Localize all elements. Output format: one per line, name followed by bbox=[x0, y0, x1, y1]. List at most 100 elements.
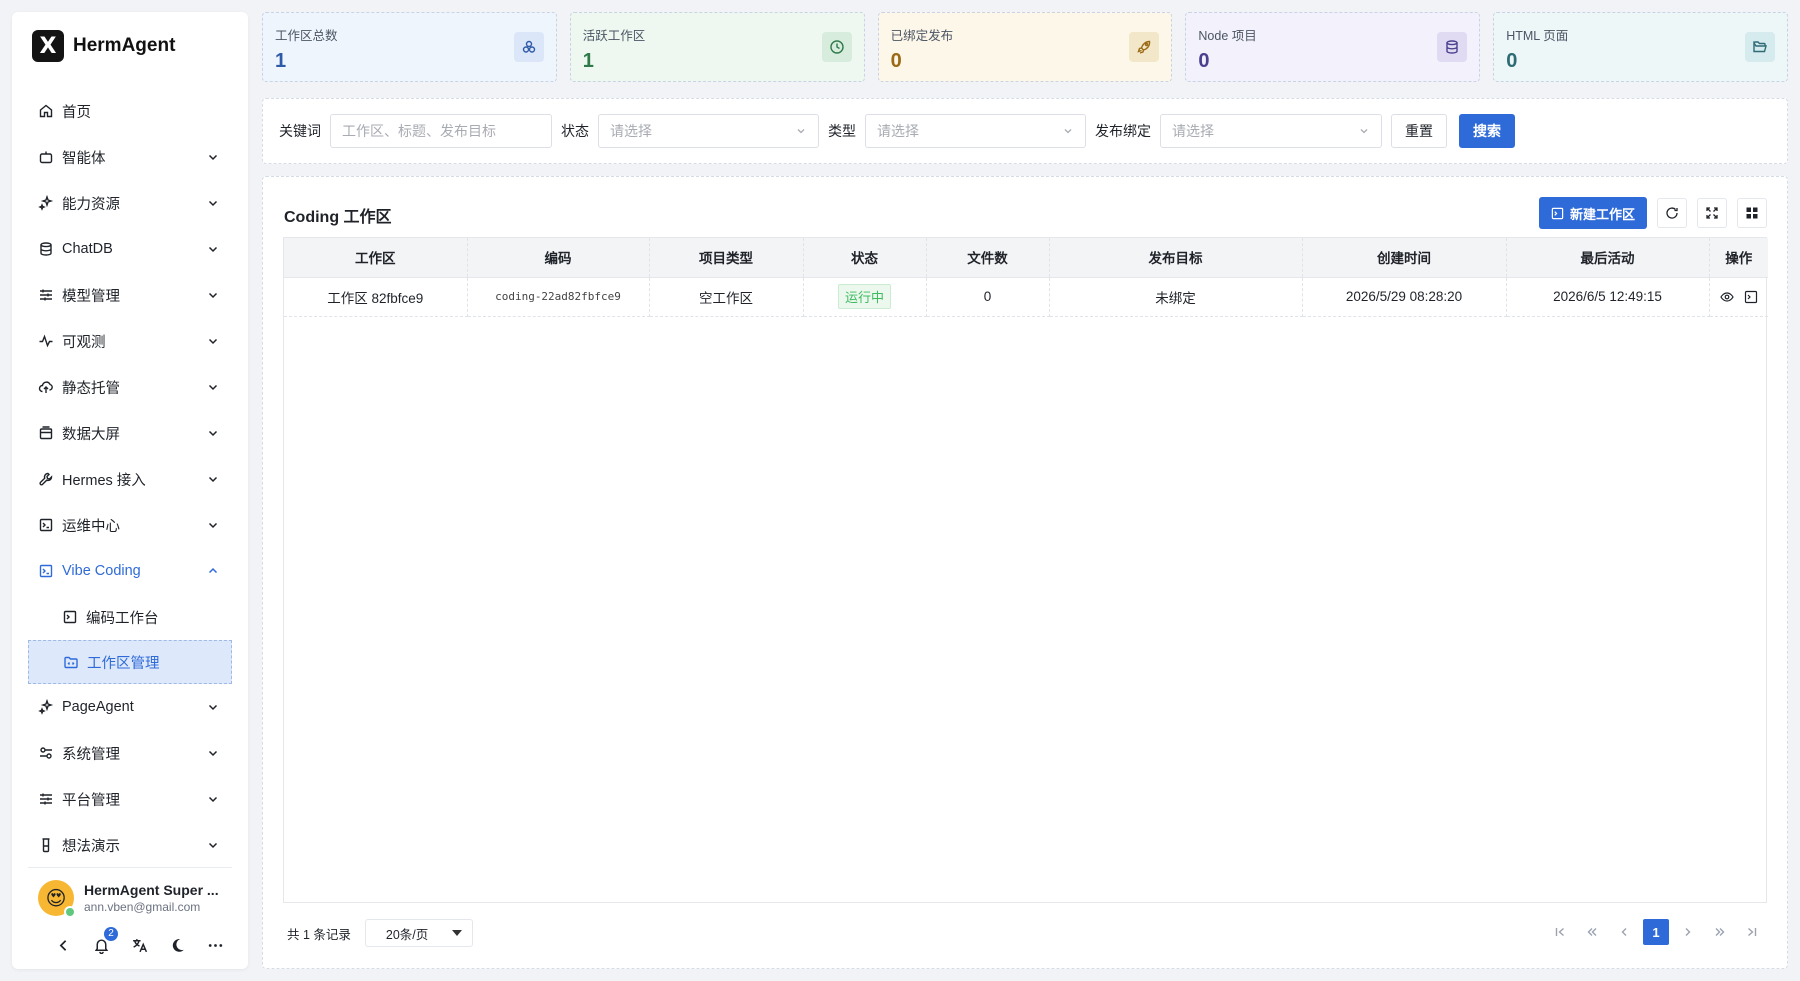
stat-value: 0 bbox=[1198, 50, 1210, 72]
chevron-last-icon bbox=[1748, 927, 1757, 937]
bind-label: 发布绑定 bbox=[1095, 123, 1151, 139]
sidebar-item-label: 静态托管 bbox=[62, 380, 120, 397]
sidebar-item-label: 首页 bbox=[62, 104, 91, 121]
chevron-down-icon bbox=[208, 522, 218, 529]
sidebar-item-home[interactable]: 首页 bbox=[28, 88, 232, 134]
prev-group-button[interactable] bbox=[1579, 919, 1605, 945]
pagination: 1 bbox=[1547, 919, 1765, 945]
translate-icon bbox=[132, 938, 147, 952]
sidebar-item-models[interactable]: 模型管理 bbox=[28, 272, 232, 318]
workspace-panel: Coding 工作区 新建工作区 工作区 编码 项目类型 状态 文件数 发布目标… bbox=[262, 176, 1788, 969]
last-page-button[interactable] bbox=[1739, 919, 1765, 945]
reset-button[interactable]: 重置 bbox=[1391, 114, 1447, 148]
sidebar-item-agents[interactable]: 智能体 bbox=[28, 134, 232, 180]
column-header-target[interactable]: 发布目标 bbox=[1049, 238, 1303, 278]
sidebar: X HermAgent 首页 智能体 能力资源 ChatDB 模型管理 可观测 … bbox=[12, 12, 248, 969]
brand[interactable]: X HermAgent bbox=[32, 30, 175, 62]
cell-type: 空工作区 bbox=[649, 277, 804, 317]
chevron-down-icon bbox=[208, 476, 218, 483]
avatar: 😍 bbox=[38, 880, 76, 918]
chevron-down-icon bbox=[1360, 129, 1368, 134]
cloud-upload-icon bbox=[38, 379, 54, 395]
terminal-icon[interactable] bbox=[1744, 290, 1758, 304]
column-header-created[interactable]: 创建时间 bbox=[1302, 238, 1507, 278]
refresh-button[interactable] bbox=[1657, 198, 1687, 228]
sidebar-subitem-coding-workbench[interactable]: 编码工作台 bbox=[28, 594, 232, 640]
sidebar-subitem-label: 工作区管理 bbox=[87, 655, 160, 672]
sidebar-item-label: 运维中心 bbox=[62, 518, 120, 535]
sparkles-icon bbox=[38, 195, 54, 211]
caret-down-icon bbox=[451, 930, 462, 936]
more-button[interactable] bbox=[206, 936, 224, 954]
column-header-files[interactable]: 文件数 bbox=[926, 238, 1050, 278]
language-button[interactable] bbox=[130, 936, 148, 954]
column-header-last-active[interactable]: 最后活动 bbox=[1506, 238, 1710, 278]
keyword-label: 关键词 bbox=[279, 123, 321, 139]
page-title: Coding 工作区 bbox=[284, 209, 392, 226]
column-header-workspace[interactable]: 工作区 bbox=[284, 238, 468, 278]
fullscreen-button[interactable] bbox=[1697, 198, 1727, 228]
folder-open-icon bbox=[1744, 32, 1775, 62]
column-header-status[interactable]: 状态 bbox=[803, 238, 927, 278]
sidebar-item-pageagent[interactable]: PageAgent bbox=[28, 684, 232, 730]
keyword-input[interactable]: 工作区、标题、发布目标 bbox=[330, 114, 552, 148]
chevron-down-icon bbox=[797, 129, 805, 134]
flask-icon bbox=[38, 837, 54, 853]
column-header-type[interactable]: 项目类型 bbox=[649, 238, 804, 278]
sidebar-item-platform-management[interactable]: 平台管理 bbox=[28, 776, 232, 822]
collapse-sidebar-button[interactable] bbox=[54, 936, 72, 954]
stat-card-html: HTML 页面 0 bbox=[1493, 12, 1788, 82]
chevron-down-icon bbox=[208, 338, 218, 345]
sidebar-item-vibe-coding[interactable]: Vibe Coding bbox=[28, 548, 232, 594]
notifications-button[interactable]: 2 bbox=[92, 927, 118, 954]
chevron-up-icon bbox=[208, 567, 218, 574]
brand-name: HermAgent bbox=[73, 35, 176, 56]
status-select[interactable]: 请选择 bbox=[598, 114, 819, 148]
page-size-value: 20条/页 bbox=[385, 927, 429, 942]
sidebar-item-hermes[interactable]: Hermes 接入 bbox=[28, 456, 232, 502]
folder-code-icon bbox=[63, 654, 79, 670]
database-icon bbox=[38, 241, 54, 257]
sparkles-icon bbox=[38, 699, 54, 715]
user-profile[interactable]: 😍 HermAgent Super ... ann.vben@gmail.com bbox=[38, 880, 224, 918]
page-number-current[interactable]: 1 bbox=[1643, 919, 1669, 945]
first-page-button[interactable] bbox=[1547, 919, 1573, 945]
total-records: 共 1 条记录 bbox=[287, 927, 351, 942]
stat-value: 1 bbox=[275, 50, 287, 72]
sidebar-item-ops-center[interactable]: 运维中心 bbox=[28, 502, 232, 548]
sidebar-footer-tools: 2 bbox=[54, 927, 224, 954]
bind-placeholder: 请选择 bbox=[1172, 123, 1214, 139]
search-button[interactable]: 搜索 bbox=[1459, 114, 1515, 148]
sidebar-item-dashboard[interactable]: 数据大屏 bbox=[28, 410, 232, 456]
prev-page-button[interactable] bbox=[1611, 919, 1637, 945]
user-email: ann.vben@gmail.com bbox=[84, 900, 201, 914]
table-row[interactable]: 工作区 82fbfce9 coding-22ad82fbfce9 空工作区 运行… bbox=[284, 277, 1768, 317]
bind-select[interactable]: 请选择 bbox=[1160, 114, 1382, 148]
column-settings-button[interactable] bbox=[1737, 198, 1767, 228]
workspace-table: 工作区 编码 项目类型 状态 文件数 发布目标 创建时间 最后活动 操作 工作区… bbox=[283, 237, 1768, 903]
next-page-button[interactable] bbox=[1675, 919, 1701, 945]
type-select[interactable]: 请选择 bbox=[865, 114, 1086, 148]
stat-value: 0 bbox=[890, 50, 902, 72]
status-label: 状态 bbox=[561, 123, 589, 139]
stat-card-active: 活跃工作区 1 bbox=[569, 12, 865, 82]
theme-toggle-button[interactable] bbox=[168, 936, 186, 954]
cell-actions bbox=[1709, 277, 1768, 317]
eye-icon[interactable] bbox=[1720, 290, 1734, 304]
sidebar-subitem-workspace-management[interactable]: 工作区管理 bbox=[28, 640, 232, 684]
sidebar-item-chatdb[interactable]: ChatDB bbox=[28, 226, 232, 272]
table-toolbar: 新建工作区 bbox=[1538, 197, 1767, 229]
new-workspace-button[interactable]: 新建工作区 bbox=[1538, 197, 1647, 229]
sidebar-item-capabilities[interactable]: 能力资源 bbox=[28, 180, 232, 226]
sidebar-item-label: 可观测 bbox=[62, 334, 106, 351]
sidebar-item-system-management[interactable]: 系统管理 bbox=[28, 730, 232, 776]
online-status-dot bbox=[64, 906, 76, 918]
page-size-select[interactable]: 20条/页 bbox=[364, 919, 473, 947]
next-group-button[interactable] bbox=[1707, 919, 1733, 945]
column-header-code[interactable]: 编码 bbox=[467, 238, 650, 278]
sidebar-item-idea-demo[interactable]: 想法演示 bbox=[28, 822, 232, 868]
type-placeholder: 请选择 bbox=[877, 123, 919, 139]
sidebar-item-static-hosting[interactable]: 静态托管 bbox=[28, 364, 232, 410]
new-workspace-label: 新建工作区 bbox=[1569, 206, 1635, 222]
sidebar-item-observability[interactable]: 可观测 bbox=[28, 318, 232, 364]
